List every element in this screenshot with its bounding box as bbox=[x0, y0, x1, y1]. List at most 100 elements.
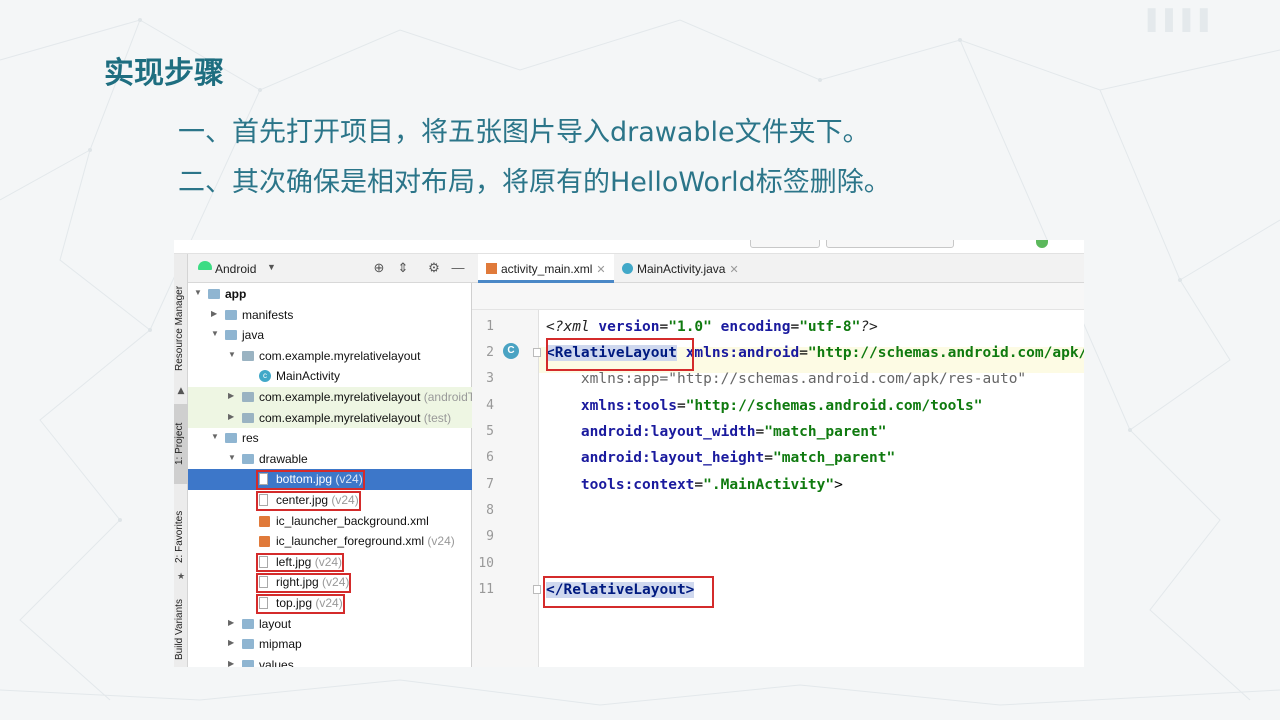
folder-icon bbox=[242, 618, 254, 629]
locate-icon[interactable]: ⊕ bbox=[371, 260, 387, 276]
tree-row[interactable]: ▼ app bbox=[188, 284, 472, 305]
tree-row-label: top.jpg (v24) bbox=[276, 596, 343, 610]
tree-item-name: MainActivity bbox=[276, 369, 341, 384]
folder-icon bbox=[242, 659, 254, 667]
tree-item-suffix: (v24) bbox=[312, 596, 343, 610]
step-two-text: 二、其次确保是相对布局，将原有的HelloWorld标签删除。 bbox=[178, 167, 891, 198]
tree-item-name: top.jpg bbox=[276, 596, 313, 610]
tree-item-name: bottom.jpg bbox=[276, 472, 333, 487]
chevron-down-icon[interactable]: ▼ bbox=[228, 350, 236, 359]
tree-row[interactable]: ▶ values bbox=[188, 655, 472, 667]
tree-row-label: mipmap bbox=[259, 637, 302, 651]
project-view-selector[interactable]: Android bbox=[215, 262, 256, 276]
tree-row-label: left.jpg (v24) bbox=[276, 555, 342, 569]
tree-row-label: ic_launcher_foreground.xml (v24) bbox=[276, 534, 455, 548]
chevron-down-icon[interactable]: ▼ bbox=[194, 288, 202, 297]
xml-file-icon bbox=[259, 536, 270, 548]
fold-marker-icon[interactable] bbox=[533, 585, 541, 594]
chevron-right-icon[interactable]: ▶ bbox=[228, 618, 234, 627]
tree-row[interactable]: ▶ com.example.myrelativelayout (androidTe… bbox=[188, 387, 494, 408]
tab-project[interactable]: 1: Project bbox=[174, 404, 188, 484]
collapse-all-icon[interactable]: ⇕ bbox=[395, 260, 411, 276]
chevron-right-icon[interactable]: ▶ bbox=[228, 659, 234, 667]
tree-row[interactable]: bottom.jpg (v24) bbox=[188, 469, 472, 490]
line-number-gutter: 1 2 3 4 5 6 7 8 9 10 11 C bbox=[472, 310, 541, 667]
chevron-right-icon[interactable]: ▶ bbox=[211, 309, 217, 318]
gear-icon[interactable]: ⚙ bbox=[426, 260, 442, 276]
image-file-icon bbox=[259, 494, 268, 506]
tab-favorites[interactable]: 2: Favorites bbox=[174, 504, 188, 570]
close-icon[interactable]: ✕ bbox=[729, 264, 738, 276]
android-icon bbox=[198, 261, 212, 270]
package-icon bbox=[242, 412, 254, 423]
fold-marker-icon[interactable] bbox=[533, 348, 541, 357]
image-file-icon bbox=[259, 555, 268, 568]
tree-row-label: layout bbox=[259, 617, 291, 631]
tree-row-label: res bbox=[242, 431, 259, 445]
tree-item-name: mipmap bbox=[259, 637, 302, 652]
image-file-icon bbox=[259, 576, 268, 589]
image-file-icon bbox=[259, 597, 268, 609]
tree-row[interactable]: c MainActivity bbox=[188, 366, 472, 387]
chevron-right-icon[interactable]: ▶ bbox=[228, 412, 234, 421]
code-line-1: <?xml version="1.0" encoding="utf-8"?> bbox=[546, 319, 878, 335]
chevron-down-icon[interactable]: ▼ bbox=[267, 262, 276, 272]
tree-item-name: app bbox=[225, 287, 247, 301]
tree-item-suffix: (v24) bbox=[328, 493, 359, 507]
tree-row[interactable]: left.jpg (v24) bbox=[188, 552, 472, 573]
tree-row-label: values bbox=[259, 658, 294, 667]
chevron-right-icon[interactable]: ▶ bbox=[228, 638, 234, 647]
tab-resource-manager[interactable]: Resource Manager bbox=[174, 276, 188, 380]
tree-row[interactable]: ▶ com.example.myrelativelayout (test) bbox=[188, 407, 472, 429]
tree-row[interactable]: right.jpg (v24) bbox=[188, 572, 472, 593]
xml-file-icon bbox=[259, 515, 270, 527]
tree-item-name: manifests bbox=[242, 307, 294, 322]
tree-item-name: ic_launcher_foreground.xml bbox=[276, 534, 425, 549]
tab-build-variants[interactable]: Build Variants bbox=[174, 594, 188, 666]
tree-row[interactable]: ▶ manifests bbox=[188, 305, 472, 326]
close-icon[interactable]: ✕ bbox=[596, 264, 605, 276]
tab-label: MainActivity.java bbox=[637, 262, 726, 276]
xml-file-icon bbox=[486, 263, 497, 274]
tree-row[interactable]: center.jpg (v24) bbox=[188, 490, 472, 511]
chevron-down-icon[interactable]: ▼ bbox=[228, 453, 236, 462]
chevron-right-icon[interactable]: ▶ bbox=[228, 391, 234, 400]
tree-row-label: com.example.myrelativelayout bbox=[259, 349, 420, 363]
code-line-6: android:layout_height="match_parent" bbox=[580, 450, 896, 466]
tree-row[interactable]: ic_launcher_background.xml bbox=[188, 511, 472, 532]
tree-item-name: ic_launcher_background.xml bbox=[276, 513, 429, 528]
tree-item-name: com.example.myrelativelayout bbox=[259, 348, 421, 363]
tree-item-name: drawable bbox=[259, 451, 308, 466]
class-gutter-icon[interactable]: C bbox=[503, 343, 519, 359]
tree-row[interactable]: ▼ java bbox=[188, 325, 472, 346]
tree-row[interactable]: ▼ com.example.myrelativelayout bbox=[188, 346, 472, 367]
editor-breadcrumb-bar bbox=[472, 283, 1084, 310]
tree-row[interactable]: top.jpg (v24) bbox=[188, 593, 472, 614]
slide-title: 实现步骤 bbox=[104, 56, 224, 91]
tree-item-name: com.example.myrelativelayout bbox=[259, 390, 421, 404]
step-one-text: 一、首先打开项目，将五张图片导入drawable文件夹下。 bbox=[178, 117, 870, 148]
tree-row-label: bottom.jpg (v24) bbox=[276, 472, 363, 486]
chevron-down-icon[interactable]: ▼ bbox=[211, 329, 219, 338]
minimize-icon[interactable]: — bbox=[450, 260, 466, 276]
tree-item-name: values bbox=[259, 657, 294, 667]
tree-row[interactable]: ▼ drawable bbox=[188, 449, 472, 470]
project-panel: Android ▼ ⊕ ⇕ ⚙ — ▼ app ▶ manifests ▼ java ▼ co… bbox=[188, 254, 494, 667]
folder-icon bbox=[208, 289, 220, 299]
xml-code[interactable]: <?xml version="1.0" encoding="utf-8"?> <… bbox=[546, 310, 1084, 598]
tab-label: activity_main.xml bbox=[501, 262, 593, 276]
relative-layout-close-tag: </RelativeLayout> bbox=[546, 582, 695, 598]
code-line-5: android:layout_width="match_parent" bbox=[580, 424, 887, 440]
chevron-down-icon[interactable]: ▼ bbox=[211, 432, 219, 441]
tree-row[interactable]: ▶ mipmap bbox=[188, 634, 472, 655]
tree-row[interactable]: ic_launcher_foreground.xml (v24) bbox=[188, 531, 472, 552]
class-icon bbox=[622, 263, 633, 274]
line-number: 7 bbox=[486, 477, 494, 492]
vertical-tool-tabs: Resource Manager ▲ 1: Project 2: Favorit… bbox=[174, 254, 188, 667]
tree-row[interactable]: ▼ res bbox=[188, 428, 472, 449]
tab-activity-main-xml[interactable]: activity_main.xml ✕ bbox=[478, 254, 614, 283]
tab-main-activity-java[interactable]: MainActivity.java ✕ bbox=[618, 254, 758, 283]
tree-row[interactable]: ▶ layout bbox=[188, 614, 472, 635]
code-editor: activity_main.xml ✕ MainActivity.java ✕ 1 … bbox=[472, 254, 1084, 667]
tree-row-label: com.example.myrelativelayout (androidTes… bbox=[259, 390, 494, 404]
